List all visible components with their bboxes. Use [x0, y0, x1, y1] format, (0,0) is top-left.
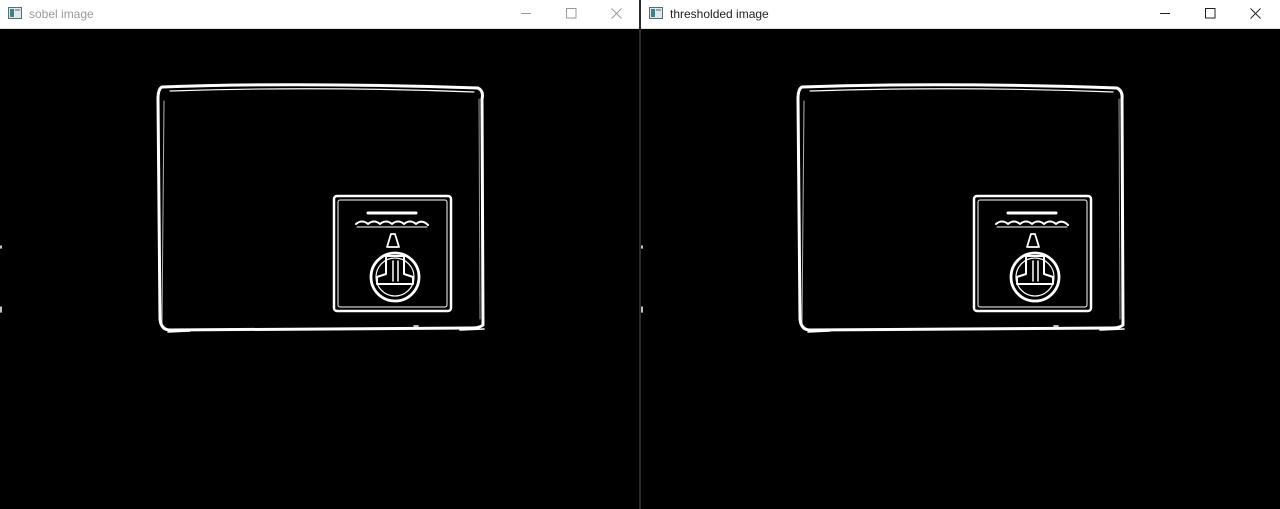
- title-bar[interactable]: sobel image: [0, 0, 639, 29]
- minimize-button[interactable]: [504, 0, 549, 28]
- edge-image: [641, 83, 1125, 333]
- app-icon: [8, 7, 22, 19]
- minimize-icon: [1160, 13, 1170, 14]
- title-bar[interactable]: thresholded image: [641, 0, 1280, 29]
- sobel-image-window: sobel image: [0, 0, 639, 509]
- minimize-button[interactable]: [1143, 0, 1188, 28]
- thresholded-image-window: thresholded image: [641, 0, 1280, 509]
- image-canvas: [0, 29, 639, 509]
- window-title: thresholded image: [670, 7, 769, 21]
- maximize-button[interactable]: [549, 0, 594, 28]
- close-icon: [611, 8, 622, 19]
- close-button[interactable]: [1233, 0, 1278, 28]
- close-button[interactable]: [594, 0, 639, 28]
- edge-image: [0, 83, 485, 333]
- app-icon: [649, 7, 663, 19]
- maximize-icon: [1205, 8, 1216, 19]
- window-title: sobel image: [29, 7, 94, 21]
- minimize-icon: [521, 13, 531, 14]
- maximize-icon: [566, 8, 577, 19]
- close-icon: [1250, 8, 1261, 19]
- image-canvas: [641, 29, 1280, 509]
- maximize-button[interactable]: [1188, 0, 1233, 28]
